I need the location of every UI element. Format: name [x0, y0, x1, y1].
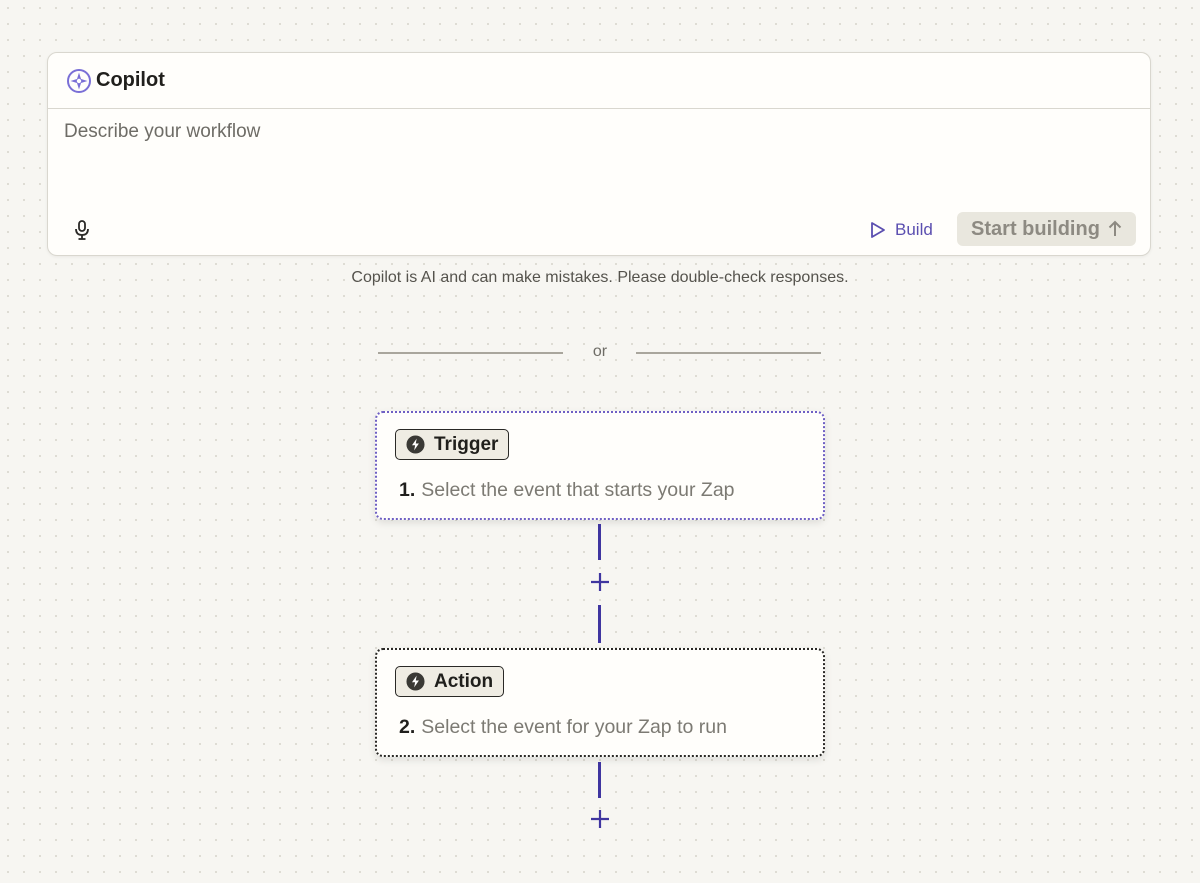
copilot-header: Copilot [48, 53, 1150, 109]
connector-line-top [598, 524, 601, 560]
start-building-label: Start building [971, 217, 1100, 240]
action-step-number: 2. [399, 716, 416, 738]
add-step-button-bottom[interactable] [588, 807, 612, 831]
divider-line-left [378, 352, 563, 354]
trigger-step-text: Select the event that starts your Zap [421, 479, 735, 501]
connector-line-middle [598, 605, 601, 643]
copilot-title: Copilot [96, 69, 165, 91]
microphone-button[interactable] [70, 217, 94, 243]
bolt-icon [406, 672, 425, 691]
workflow-description-input[interactable] [64, 121, 1124, 181]
plus-icon [591, 810, 609, 828]
action-step-description: 2. Select the event for your Zap to run [399, 716, 727, 739]
plus-icon [591, 573, 609, 591]
ai-disclaimer: Copilot is AI and can make mistakes. Ple… [351, 269, 849, 286]
trigger-step-description: 1. Select the event that starts your Zap [399, 479, 735, 502]
copilot-sparkle-icon [66, 68, 92, 94]
divider-line-right [636, 352, 821, 354]
microphone-icon [75, 220, 89, 240]
play-outline-icon [871, 222, 885, 238]
trigger-step-card[interactable]: Trigger 1. Select the event that starts y… [375, 411, 825, 520]
trigger-badge-label: Trigger [434, 433, 499, 455]
start-building-button[interactable]: Start building [957, 212, 1136, 246]
action-step-text: Select the event for your Zap to run [421, 716, 727, 738]
arrow-up-icon [1108, 220, 1122, 236]
build-button[interactable]: Build [870, 215, 933, 245]
divider-or-label: or [592, 343, 608, 360]
bolt-icon [406, 435, 425, 454]
build-label: Build [895, 220, 933, 239]
trigger-badge: Trigger [395, 429, 510, 460]
copilot-panel: Copilot Build Start building [47, 52, 1151, 256]
trigger-step-number: 1. [399, 479, 416, 501]
action-step-card[interactable]: Action 2. Select the event for your Zap t… [375, 648, 825, 757]
connector-line-bottom [598, 762, 601, 798]
action-badge-label: Action [434, 670, 494, 692]
action-badge: Action [395, 666, 505, 697]
add-step-button[interactable] [588, 570, 612, 594]
